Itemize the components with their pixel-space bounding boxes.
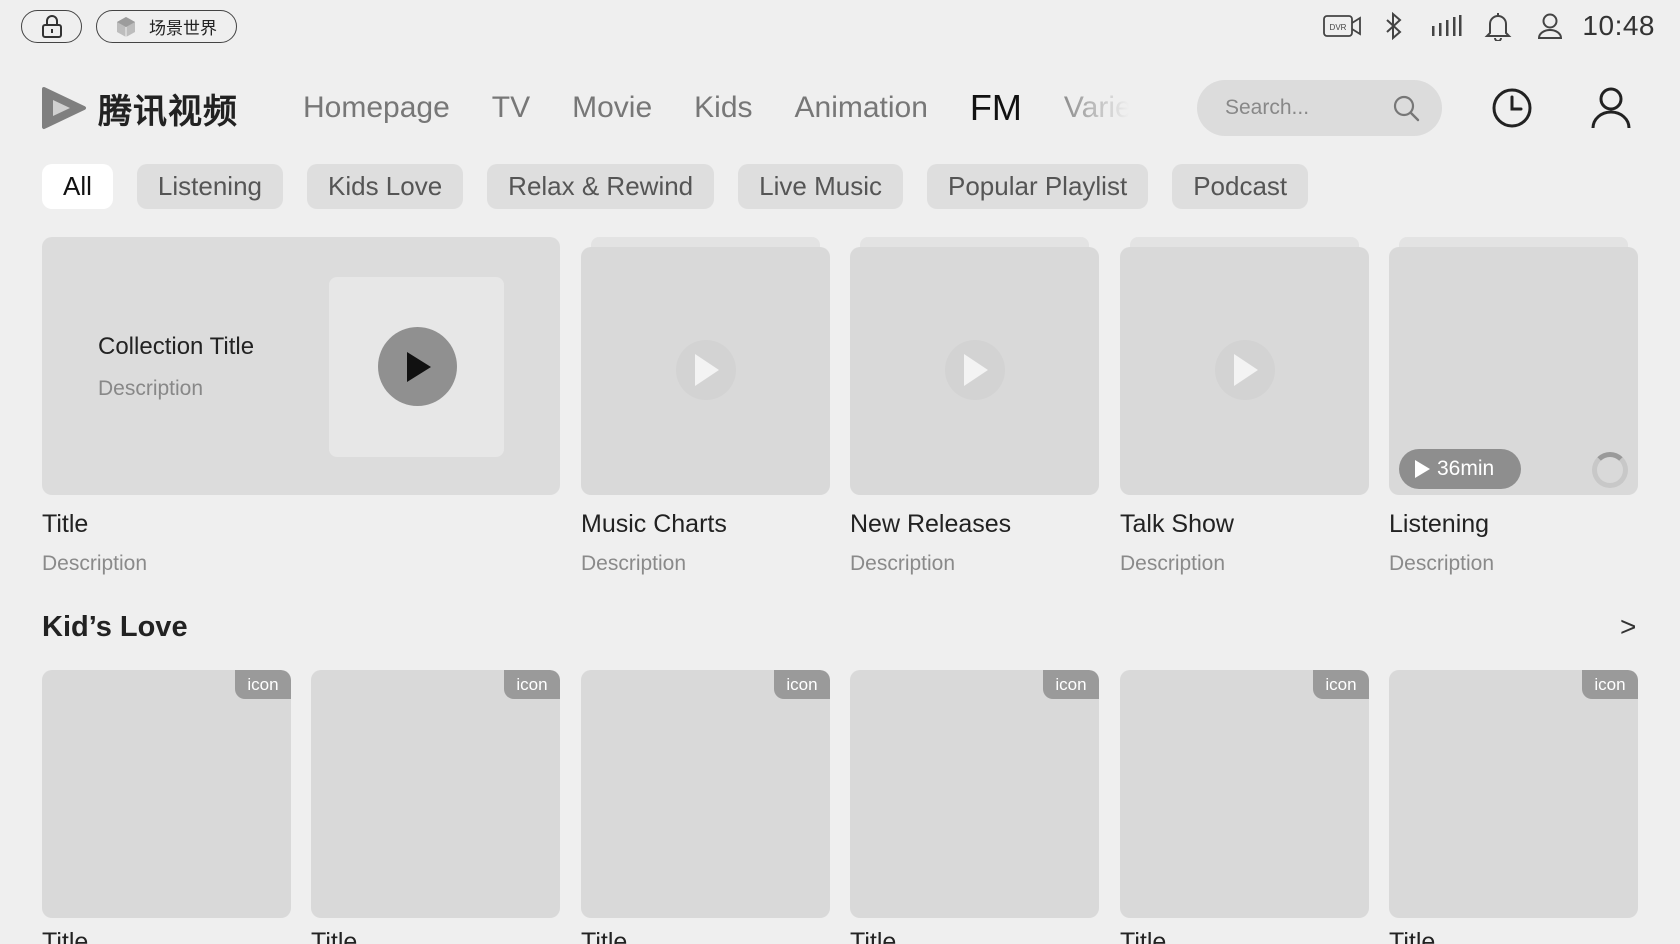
app-logo[interactable]: 腾讯视频 <box>40 83 238 133</box>
dvr-indicator: DVR <box>1316 8 1368 44</box>
lock-icon <box>41 14 62 38</box>
signal-indicator <box>1420 8 1472 44</box>
card-title: New Releases <box>850 510 1012 538</box>
kids-item-title: Title <box>1389 928 1436 944</box>
listening-card[interactable]: 36min <box>1389 237 1638 495</box>
chip-live-music[interactable]: Live Music <box>738 164 903 209</box>
chip-listening[interactable]: Listening <box>136 164 283 209</box>
play-icon <box>964 354 988 386</box>
item-tag: icon <box>1582 670 1638 699</box>
item-tag: icon <box>1043 670 1099 699</box>
search-icon[interactable] <box>1392 94 1420 122</box>
card-description: Description <box>1389 552 1495 575</box>
play-icon <box>1415 460 1430 478</box>
item-tag: icon <box>774 670 830 699</box>
bluetooth-indicator <box>1368 8 1420 44</box>
collection-description: Description <box>98 377 204 400</box>
kids-item-title: Title <box>42 928 89 944</box>
nav-variety[interactable]: Varie <box>1064 91 1129 125</box>
search-box[interactable] <box>1197 80 1442 136</box>
featured-description: Description <box>42 552 148 575</box>
music-charts-card[interactable] <box>581 237 830 495</box>
play-icon <box>695 354 719 386</box>
chip-popular-playlist[interactable]: Popular Playlist <box>926 164 1149 209</box>
item-tag: icon <box>504 670 560 699</box>
card-cover <box>581 247 830 495</box>
chip-kids-love[interactable]: Kids Love <box>306 164 464 209</box>
kids-item-title: Title <box>311 928 358 944</box>
status-bar: 场景世界 DVR 10:48 <box>0 0 1680 52</box>
section-more-arrow[interactable]: > <box>1620 611 1636 643</box>
kids-item-title: Title <box>850 928 897 944</box>
chip-relax-rewind[interactable]: Relax & Rewind <box>487 164 715 209</box>
category-chips: All Listening Kids Love Relax & Rewind L… <box>42 164 1309 210</box>
play-button[interactable] <box>378 327 457 406</box>
collection-title: Collection Title <box>98 333 255 360</box>
featured-collection-card[interactable]: Collection Title Description <box>42 237 560 495</box>
card-description: Description <box>1120 552 1226 575</box>
card-title: Talk Show <box>1120 510 1234 538</box>
kids-item-card[interactable]: icon <box>311 670 560 918</box>
play-button[interactable] <box>1215 340 1275 400</box>
nav-animation[interactable]: Animation <box>795 91 928 125</box>
kids-item-card[interactable]: icon <box>1389 670 1638 918</box>
card-cover <box>850 247 1099 495</box>
chip-all[interactable]: All <box>42 164 113 209</box>
card-description: Description <box>581 552 687 575</box>
loading-spinner-icon <box>1592 452 1628 488</box>
play-button[interactable] <box>945 340 1005 400</box>
notification-icon <box>1485 13 1512 41</box>
play-icon <box>406 351 431 382</box>
featured-title: Title <box>42 510 89 538</box>
play-button[interactable] <box>676 340 736 400</box>
duration-label: 36min <box>1437 457 1495 480</box>
kids-item-card[interactable]: icon <box>1120 670 1369 918</box>
scene-world-label: 场景世界 <box>149 19 217 38</box>
lock-button[interactable] <box>21 10 82 43</box>
dvr-text: DVR <box>1330 23 1347 32</box>
nav-fm[interactable]: FM <box>970 87 1022 129</box>
kids-item-card[interactable]: icon <box>42 670 291 918</box>
nav-movie[interactable]: Movie <box>572 91 652 125</box>
dvr-icon: DVR <box>1323 15 1362 37</box>
status-time: 10:48 <box>1582 10 1655 41</box>
notification-indicator[interactable] <box>1472 8 1524 44</box>
profile-icon <box>1538 13 1563 39</box>
search-input[interactable] <box>1225 96 1385 120</box>
item-tag: icon <box>235 670 291 699</box>
item-tag: icon <box>1313 670 1369 699</box>
new-releases-card[interactable] <box>850 237 1099 495</box>
nav-kids[interactable]: Kids <box>694 91 752 125</box>
card-cover <box>1120 247 1369 495</box>
card-cover: 36min <box>1389 247 1638 495</box>
duration-badge[interactable]: 36min <box>1399 449 1521 489</box>
nav-tv[interactable]: TV <box>492 91 530 125</box>
nav-homepage[interactable]: Homepage <box>303 91 450 125</box>
bluetooth-icon <box>1386 12 1402 40</box>
talk-show-card[interactable] <box>1120 237 1369 495</box>
kids-item-title: Title <box>1120 928 1167 944</box>
history-clock-icon[interactable] <box>1490 86 1534 130</box>
collection-cover <box>329 277 504 457</box>
card-title: Music Charts <box>581 510 727 538</box>
play-icon <box>1234 354 1258 386</box>
logo-text: 腾讯视频 <box>98 91 238 132</box>
scene-world-button[interactable]: 场景世界 <box>96 10 237 43</box>
user-account-icon[interactable] <box>1588 84 1634 130</box>
signal-icon <box>1432 15 1462 36</box>
chip-podcast[interactable]: Podcast <box>1172 164 1309 209</box>
section-title: Kid’s Love <box>42 611 188 643</box>
play-logo-icon <box>42 87 86 129</box>
card-description: Description <box>850 552 956 575</box>
kids-item-card[interactable]: icon <box>581 670 830 918</box>
card-title: Listening <box>1389 510 1490 538</box>
profile-indicator[interactable] <box>1524 8 1576 44</box>
kids-item-card[interactable]: icon <box>850 670 1099 918</box>
kids-item-title: Title <box>581 928 628 944</box>
scene-cube-icon <box>117 16 135 37</box>
main-nav: Homepage TV Movie Kids Animation FM Vari… <box>303 85 1129 131</box>
